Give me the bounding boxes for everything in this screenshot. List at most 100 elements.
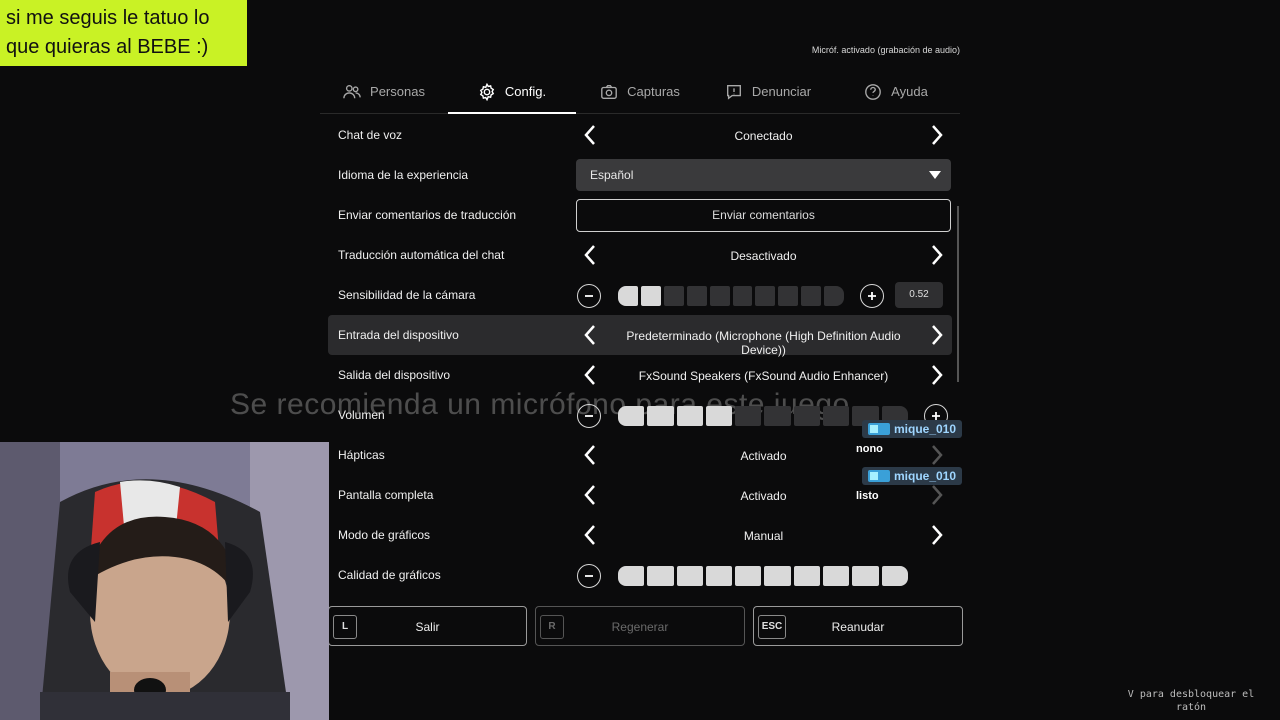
plus-icon[interactable]	[860, 284, 884, 308]
slider-segment[interactable]	[823, 406, 850, 426]
setting-row-graphics-mode[interactable]: Modo de gráficos Manual	[328, 515, 952, 555]
chat-username-tag: mique_010	[862, 420, 963, 438]
slider-segment[interactable]	[764, 406, 791, 426]
slider-segment[interactable]	[618, 566, 645, 586]
chevron-left-icon[interactable]	[578, 483, 602, 507]
slider-segment[interactable]	[686, 286, 707, 306]
cycle-selector: FxSound Speakers (FxSound Audio Enhancer…	[576, 358, 951, 392]
chevron-left-icon[interactable]	[578, 443, 602, 467]
setting-row-translation-feedback[interactable]: Enviar comentarios de traducción Enviar …	[328, 195, 952, 235]
slider-segment[interactable]	[618, 406, 645, 426]
setting-value: Manual	[743, 529, 784, 543]
tab-ayuda[interactable]: Ayuda	[832, 70, 960, 113]
setting-value: Conectado	[734, 129, 793, 143]
language-dropdown[interactable]: Español	[576, 159, 951, 191]
user-badge-icon	[868, 423, 890, 435]
webcam-feed	[0, 442, 329, 720]
caret-down-icon	[929, 171, 941, 179]
camera-icon	[601, 84, 617, 99]
slider-segment[interactable]	[647, 406, 674, 426]
stream-overlay-text: si me seguis le tatuo lo que quieras al …	[0, 0, 247, 66]
setting-row-camera-sensitivity[interactable]: Sensibilidad de la cámara 0.52	[328, 275, 952, 315]
settings-scrollbar[interactable]	[957, 206, 959, 382]
slider-segment[interactable]	[676, 566, 703, 586]
camera-sensitivity-slider[interactable]	[618, 286, 845, 306]
chevron-left-icon[interactable]	[578, 243, 602, 267]
chevron-left-icon[interactable]	[578, 323, 602, 347]
language-dropdown-wrap: Español	[576, 158, 951, 192]
slider-segment[interactable]	[663, 286, 684, 306]
chat-text: nono	[856, 443, 883, 455]
slider-segment[interactable]	[881, 566, 908, 586]
chevron-right-icon[interactable]	[925, 323, 949, 347]
chevron-left-icon[interactable]	[578, 363, 602, 387]
slider-segment[interactable]	[824, 286, 845, 306]
chat-username-tag: mique_010	[862, 467, 963, 485]
feedback-wrap: Enviar comentarios	[576, 198, 951, 232]
slider-segment[interactable]	[676, 406, 703, 426]
chevron-right-icon[interactable]	[925, 123, 949, 147]
setting-row-input-device[interactable]: Entrada del dispositivo Predeterminado (…	[328, 315, 952, 357]
chevron-right-icon[interactable]	[925, 363, 949, 387]
slider-segment[interactable]	[823, 566, 850, 586]
minus-icon[interactable]	[577, 404, 601, 428]
slider-segment[interactable]	[764, 566, 791, 586]
slider-segment[interactable]	[618, 286, 638, 306]
tab-personas[interactable]: Personas	[320, 70, 448, 113]
setting-row-voice-chat[interactable]: Chat de voz Conectado	[328, 115, 952, 155]
slider-segment[interactable]	[705, 566, 733, 586]
leave-button[interactable]: L Salir	[328, 606, 527, 646]
setting-label: Idioma de la experiencia	[338, 168, 469, 182]
slider-segment[interactable]	[793, 406, 821, 426]
chat-message: mique_010 listo	[856, 467, 963, 502]
graphics-quality-slider[interactable]	[618, 566, 908, 586]
setting-row-output-device[interactable]: Salida del dispositivo FxSound Speakers …	[328, 355, 952, 395]
slider-segment[interactable]	[647, 566, 674, 586]
resume-button[interactable]: ESC Reanudar	[753, 606, 963, 646]
slider-segment[interactable]	[793, 566, 821, 586]
tab-label: Denunciar	[751, 84, 812, 99]
slider-segment[interactable]	[640, 286, 661, 306]
setting-label: Traducción automática del chat	[338, 248, 505, 262]
minus-icon[interactable]	[577, 284, 601, 308]
slider-segment[interactable]	[709, 286, 730, 306]
setting-row-language[interactable]: Idioma de la experiencia Español	[328, 155, 952, 195]
slider-control: 0.52	[576, 278, 951, 312]
chevron-left-icon[interactable]	[578, 523, 602, 547]
setting-row-auto-translate[interactable]: Traducción automática del chat Desactiva…	[328, 235, 952, 275]
tab-label: Personas	[370, 84, 425, 99]
minus-icon[interactable]	[577, 564, 601, 588]
chevron-right-icon[interactable]	[925, 523, 949, 547]
tab-label: Config.	[504, 84, 547, 99]
slider-segment[interactable]	[801, 286, 822, 306]
respawn-button[interactable]: R Regenerar	[535, 606, 745, 646]
setting-value: Predeterminado (Microphone (High Definit…	[626, 329, 901, 357]
setting-label: Enviar comentarios de traducción	[338, 208, 517, 222]
unlock-mouse-hint: V para desbloquear el ratón	[1127, 689, 1255, 713]
slider-segment[interactable]	[755, 286, 776, 306]
tab-denunciar[interactable]: Denunciar	[704, 70, 832, 113]
sensitivity-value-input[interactable]: 0.52	[895, 282, 943, 308]
setting-row-graphics-quality[interactable]: Calidad de gráficos	[328, 555, 952, 595]
help-icon	[865, 83, 882, 100]
send-feedback-button[interactable]: Enviar comentarios	[576, 199, 951, 232]
chevron-right-icon[interactable]	[925, 243, 949, 267]
slider-segment[interactable]	[732, 286, 753, 306]
slider-segment[interactable]	[735, 566, 762, 586]
setting-label: Sensibilidad de la cámara	[338, 288, 476, 302]
settings-list: Chat de voz Conectado Idioma de la exper…	[328, 115, 952, 595]
setting-label: Hápticas	[338, 448, 385, 462]
setting-value: Desactivado	[730, 249, 797, 263]
slider-segment[interactable]	[705, 406, 733, 426]
setting-label: Salida del dispositivo	[338, 368, 451, 382]
dropdown-value: Español	[590, 168, 634, 182]
slider-segment[interactable]	[852, 566, 879, 586]
button-label: Regenerar	[611, 620, 669, 634]
cycle-selector: Conectado	[576, 118, 951, 152]
chevron-left-icon[interactable]	[578, 123, 602, 147]
slider-segment[interactable]	[735, 406, 762, 426]
tab-config[interactable]: Config.	[448, 70, 576, 114]
slider-segment[interactable]	[778, 286, 799, 306]
tab-capturas[interactable]: Capturas	[576, 70, 704, 113]
setting-label: Modo de gráficos	[338, 528, 431, 542]
